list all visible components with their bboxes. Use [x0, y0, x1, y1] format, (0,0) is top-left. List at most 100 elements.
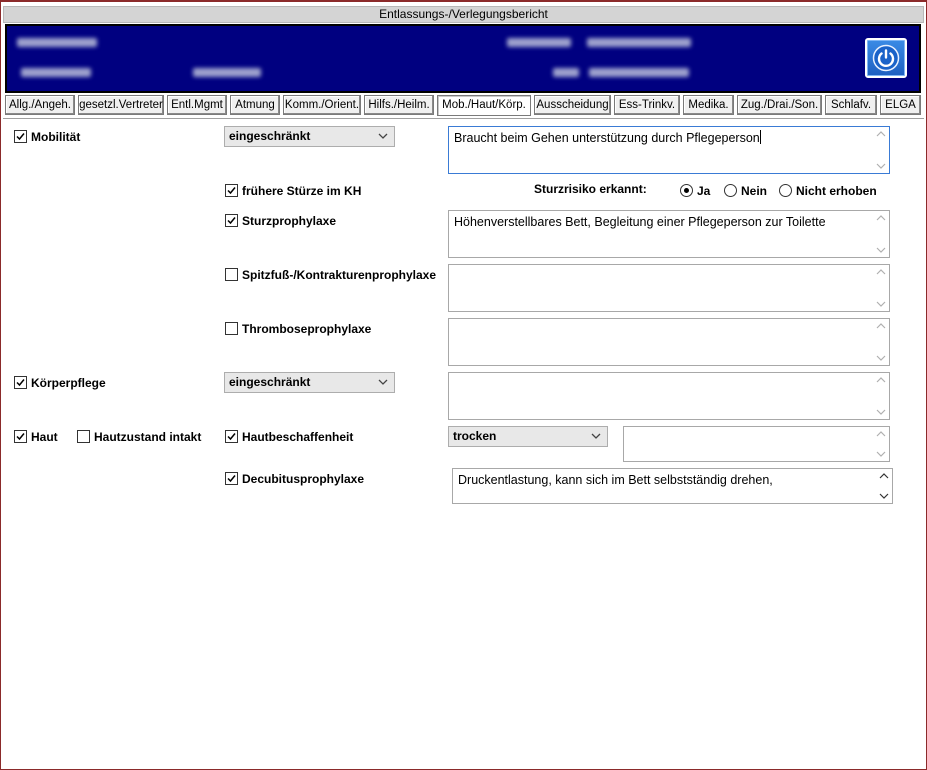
spitzfuss-label: Spitzfuß-/Kontrakturenprophylaxe — [242, 268, 437, 282]
scroll-down-icon — [876, 409, 886, 415]
checkmark-icon — [227, 217, 236, 225]
koerperpflege-checkbox[interactable] — [14, 376, 27, 389]
power-icon — [872, 44, 900, 72]
decubitus-checkbox[interactable] — [225, 472, 238, 485]
checkmark-icon — [227, 433, 236, 441]
fruehere-stuerze-checkbox[interactable] — [225, 184, 238, 197]
hautbeschaffenheit-checkbox[interactable] — [225, 430, 238, 443]
sturzprophylaxe-note-text: Höhenverstellbares Bett, Begleitung eine… — [454, 215, 826, 229]
tab-gesetzl-vertreter[interactable]: gesetzl.Vertreter — [78, 95, 164, 115]
tab-zug-drai-son[interactable]: Zug./Drai./Son. — [737, 95, 822, 115]
redacted-label2 — [553, 68, 579, 77]
checkmark-icon — [16, 379, 25, 387]
sturzprophylaxe-note-scrollbar[interactable] — [876, 213, 886, 255]
checkmark-icon — [16, 433, 25, 441]
tab-atmung[interactable]: Atmung — [230, 95, 280, 115]
sturzrisiko-nicht-erhoben-label: Nicht erhoben — [796, 184, 877, 198]
mobilitaet-note-scrollbar[interactable] — [876, 129, 886, 171]
tab-medika[interactable]: Medika. — [683, 95, 734, 115]
spitzfuss-note[interactable] — [448, 264, 890, 312]
scroll-up-icon — [876, 215, 886, 221]
koerperpflege-note[interactable] — [448, 372, 890, 420]
tab-allg-angeh[interactable]: Allg./Angeh. — [5, 95, 75, 115]
redacted-value2 — [589, 68, 689, 77]
scroll-down-icon — [876, 247, 886, 253]
hautbeschaffenheit-note[interactable] — [623, 426, 890, 462]
tab-bar: Allg./Angeh. gesetzl.Vertreter Entl.Mgmt… — [5, 95, 923, 116]
thrombose-label: Thromboseprophylaxe — [242, 322, 372, 336]
scroll-down-icon — [876, 301, 886, 307]
haut-label: Haut — [31, 430, 58, 444]
hautbeschaffenheit-note-scrollbar[interactable] — [876, 429, 886, 459]
koerperpflege-select-value: eingeschränkt — [229, 375, 311, 389]
sturzprophylaxe-label: Sturzprophylaxe — [242, 214, 337, 228]
hautbeschaffenheit-select[interactable]: trocken — [448, 426, 608, 447]
mobilitaet-select[interactable]: eingeschränkt — [224, 126, 395, 147]
checkmark-icon — [16, 133, 25, 141]
sturzrisiko-nein-label: Nein — [741, 184, 768, 198]
redacted-id-label — [507, 38, 571, 47]
spitzfuss-checkbox[interactable] — [225, 268, 238, 281]
tab-ess-trinkv[interactable]: Ess-Trinkv. — [614, 95, 680, 115]
hautzustand-checkbox[interactable] — [77, 430, 90, 443]
sturzrisiko-nein-radio[interactable] — [724, 184, 737, 197]
thrombose-note[interactable] — [448, 318, 890, 366]
text-cursor — [759, 130, 761, 144]
decubitus-note[interactable]: Druckentlastung, kann sich im Bett selbs… — [452, 468, 893, 504]
sturzprophylaxe-note[interactable]: Höhenverstellbares Bett, Begleitung eine… — [448, 210, 890, 258]
mobilitaet-note[interactable]: Braucht beim Gehen unterstützung durch P… — [448, 126, 890, 174]
scroll-down-icon — [876, 451, 886, 457]
scroll-up-icon — [876, 269, 886, 275]
tab-elga[interactable]: ELGA — [880, 95, 921, 115]
sturzprophylaxe-checkbox[interactable] — [225, 214, 238, 227]
scroll-up-icon — [876, 431, 886, 437]
sturzrisiko-label: Sturzrisiko erkannt: — [534, 182, 647, 196]
redacted-time — [193, 68, 261, 77]
redacted-birthdate — [21, 68, 91, 77]
mobilitaet-label: Mobilität — [31, 130, 81, 144]
checkmark-icon — [227, 475, 236, 483]
chevron-down-icon — [591, 433, 601, 439]
koerperpflege-label: Körperpflege — [31, 376, 106, 390]
scroll-up-icon — [876, 131, 886, 137]
tab-ausscheidung[interactable]: Ausscheidung — [534, 95, 611, 115]
patient-header — [5, 24, 921, 93]
koerperpflege-select[interactable]: eingeschränkt — [224, 372, 395, 393]
scroll-up-icon — [876, 323, 886, 329]
chevron-down-icon — [378, 133, 388, 139]
power-button[interactable] — [865, 38, 907, 78]
spitzfuss-note-scrollbar[interactable] — [876, 267, 886, 309]
scroll-down-icon — [876, 355, 886, 361]
koerperpflege-note-scrollbar[interactable] — [876, 375, 886, 417]
decubitus-label: Decubitusprophylaxe — [242, 472, 365, 486]
mobilitaet-select-value: eingeschränkt — [229, 129, 311, 143]
tab-komm-orient[interactable]: Komm./Orient. — [283, 95, 361, 115]
hautzustand-label: Hautzustand intakt — [94, 430, 202, 444]
scroll-up-icon — [879, 473, 889, 479]
app-window: Entlassungs-/Verlegungsbericht Allg./Ang… — [0, 0, 927, 770]
decubitus-note-scrollbar[interactable] — [879, 471, 889, 501]
scroll-up-icon — [876, 377, 886, 383]
mobilitaet-note-text: Braucht beim Gehen unterstützung durch P… — [454, 131, 760, 145]
scroll-down-icon — [879, 493, 889, 499]
decubitus-note-text: Druckentlastung, kann sich im Bett selbs… — [458, 473, 773, 487]
redacted-station — [587, 38, 691, 47]
tab-hilfs-heilm[interactable]: Hilfs./Heilm. — [364, 95, 434, 115]
thrombose-checkbox[interactable] — [225, 322, 238, 335]
redacted-name — [17, 38, 97, 47]
thrombose-note-scrollbar[interactable] — [876, 321, 886, 363]
sturzrisiko-ja-label: Ja — [697, 184, 711, 198]
tab-separator — [3, 118, 924, 119]
chevron-down-icon — [378, 379, 388, 385]
tab-mob-haut-koerp[interactable]: Mob./Haut/Körp. — [437, 95, 531, 116]
sturzrisiko-ja-radio[interactable] — [680, 184, 693, 197]
hautbeschaffenheit-label: Hautbeschaffenheit — [242, 430, 354, 444]
tab-schlafv[interactable]: Schlafv. — [825, 95, 877, 115]
haut-checkbox[interactable] — [14, 430, 27, 443]
mobilitaet-checkbox[interactable] — [14, 130, 27, 143]
sturzrisiko-nicht-erhoben-radio[interactable] — [779, 184, 792, 197]
fruehere-stuerze-label: frühere Stürze im KH — [242, 184, 362, 198]
checkmark-icon — [227, 187, 236, 195]
tab-entl-mgmt[interactable]: Entl.Mgmt — [167, 95, 227, 115]
hautbeschaffenheit-select-value: trocken — [453, 429, 497, 443]
